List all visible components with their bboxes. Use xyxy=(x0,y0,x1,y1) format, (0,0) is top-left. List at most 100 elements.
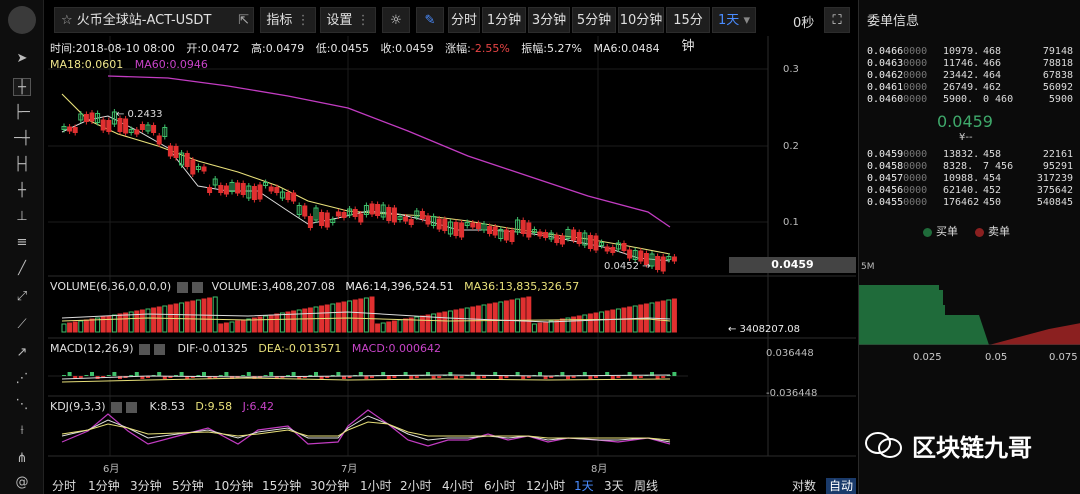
volume-bar xyxy=(341,301,347,333)
bottom-period-10[interactable]: 6小时 xyxy=(484,478,516,494)
time-axis-0: 6月 xyxy=(103,464,120,475)
pitchfork-icon[interactable]: ⋔ xyxy=(13,450,31,468)
bid-volume: 8328. xyxy=(943,161,974,172)
volume-bar xyxy=(582,314,588,333)
bottom-period-1[interactable]: 1分钟 xyxy=(88,478,120,494)
draw-pencil-icon[interactable]: ✎ xyxy=(416,7,444,33)
macd-bar xyxy=(588,376,593,379)
volume-bar xyxy=(296,309,302,333)
volume-bar xyxy=(509,299,515,333)
wechat-icon xyxy=(865,432,902,458)
kdj-settings-icon[interactable] xyxy=(111,401,122,413)
macd-dea: DEA:-0.013571 xyxy=(258,342,342,355)
star-icon[interactable]: ☆ xyxy=(61,13,73,28)
drawing-toolbar: ➤ ┼ ├─ ─┼ ├┤ ┼ ⊥ ≡ ╱ ⤢ ⟋ ↗ ⋰ ⋱ ⟊ ⋔ @ xyxy=(0,0,44,494)
bottom-period-bar: 分时 1分钟 3分钟 5分钟 10分钟 15分钟 30分钟 1小时 2小时 4小… xyxy=(48,478,856,494)
volume-bar xyxy=(380,322,386,333)
kline-chart[interactable]: ← 0.2433 0.0452 → 时间:2018-08-10 08:00 开:… xyxy=(48,36,856,476)
period-tab-3[interactable]: 5分钟 xyxy=(572,7,616,33)
macd-close-icon[interactable] xyxy=(154,343,166,355)
expand-icon[interactable]: ⇱ xyxy=(238,8,249,34)
volume-bar xyxy=(621,307,627,333)
bottom-period-0[interactable]: 分时 xyxy=(52,478,76,494)
parallel-lines-icon[interactable]: ≡ xyxy=(13,234,31,252)
channel-icon[interactable]: ⋰ xyxy=(13,370,31,388)
kdj-close-icon[interactable] xyxy=(126,401,137,413)
macd-bar xyxy=(134,372,139,376)
macd-bar xyxy=(672,372,677,376)
period-dropdown[interactable]: 1天 ▾ xyxy=(712,7,756,33)
ask-volume: 11746. xyxy=(943,58,980,69)
bid-volume: 62140. xyxy=(943,185,980,196)
macd-bar xyxy=(633,376,638,379)
volume-bar xyxy=(515,298,521,333)
period-tab-0[interactable]: 分时 xyxy=(448,7,480,33)
macd-bar xyxy=(308,375,313,376)
symbol-selector[interactable]: ☆ 火币全球站-ACT-USDT ⇱ xyxy=(54,7,254,33)
gann-fan-icon[interactable]: ⟊ xyxy=(13,422,31,440)
fullscreen-icon[interactable]: ⛶ xyxy=(824,7,850,33)
bottom-period-7[interactable]: 1小时 xyxy=(360,478,392,494)
last-price-cny: ¥-- xyxy=(959,132,973,143)
ohlc-change-label: 涨幅: xyxy=(445,42,471,55)
indicators-button[interactable]: 指标 ⋮ xyxy=(260,7,316,33)
price-line-icon[interactable]: ⊥ xyxy=(13,208,31,226)
horizontal-segment-icon[interactable]: ├┤ xyxy=(13,156,31,174)
segment-icon[interactable]: ⟋ xyxy=(13,316,31,334)
bottom-period-9[interactable]: 4小时 xyxy=(442,478,474,494)
volume-bar xyxy=(671,298,677,333)
volume-bar xyxy=(543,321,549,333)
log-scale-toggle[interactable]: 对数 xyxy=(792,478,816,494)
volume-settings-icon[interactable] xyxy=(176,281,188,293)
min-annotation: 0.0452 → xyxy=(604,261,651,272)
bid-volume-frac: 450 xyxy=(983,197,1002,208)
bid-total: 375642 xyxy=(1036,185,1073,196)
bottom-period-2[interactable]: 3分钟 xyxy=(130,478,162,494)
bottom-period-4[interactable]: 10分钟 xyxy=(214,478,253,494)
bid-volume: 176462 xyxy=(943,197,980,208)
macd-bar xyxy=(241,375,246,376)
depth-chart[interactable] xyxy=(859,245,1080,345)
ma18-value: MA18:0.0601 xyxy=(50,58,124,71)
spiral-icon[interactable]: @ xyxy=(13,474,31,492)
arrow-line-icon[interactable]: ↗ xyxy=(13,344,31,362)
ohlc-close: 收:0.0459 xyxy=(380,42,434,55)
bid-volume-frac: 454 xyxy=(983,173,1002,184)
ask-volume-frac: 462 xyxy=(983,82,1002,93)
horizontal-ray-icon[interactable]: ├─ xyxy=(13,104,31,122)
cursor-arrow-icon[interactable]: ➤ xyxy=(13,50,31,68)
period-tab-4[interactable]: 10分钟 xyxy=(618,7,664,33)
auto-scale-toggle[interactable]: 自动 xyxy=(826,478,856,494)
volume-bar xyxy=(67,322,73,333)
settings-button[interactable]: 设置 ⋮ xyxy=(320,7,376,33)
ma60-value: MA60:0.0946 xyxy=(134,58,208,71)
ask-volume-frac: 466 xyxy=(983,58,1002,69)
bottom-period-8[interactable]: 2小时 xyxy=(400,478,432,494)
period-tab-5[interactable]: 15分钟 xyxy=(666,7,710,54)
volume-close-icon[interactable] xyxy=(191,281,203,293)
orderbook-title: 委单信息 xyxy=(867,14,920,29)
macd-settings-icon[interactable] xyxy=(139,343,151,355)
macd-bar xyxy=(610,376,615,379)
bottom-period-11[interactable]: 12小时 xyxy=(526,478,565,494)
bottom-period-6[interactable]: 30分钟 xyxy=(310,478,349,494)
bottom-period-13[interactable]: 3天 xyxy=(604,478,624,494)
volume-bar xyxy=(615,308,621,333)
crosshair-icon[interactable]: ┼ xyxy=(13,78,31,96)
bottom-period-14[interactable]: 周线 xyxy=(634,478,658,494)
top-toolbar: ☆ 火币全球站-ACT-USDT ⇱ 指标 ⋮ 设置 ⋮ ☼ ✎ 分时 1分钟 … xyxy=(48,4,852,54)
fibonacci-icon[interactable]: ⋱ xyxy=(13,396,31,414)
trend-line-icon[interactable]: ╱ xyxy=(13,260,31,278)
bottom-period-3[interactable]: 5分钟 xyxy=(172,478,204,494)
vertical-line-icon[interactable]: ┼ xyxy=(13,182,31,200)
ray-line-icon[interactable]: ⤢ xyxy=(13,288,31,306)
period-tab-2[interactable]: 3分钟 xyxy=(528,7,570,33)
theme-sun-icon[interactable]: ☼ xyxy=(382,7,410,33)
bottom-period-5[interactable]: 15分钟 xyxy=(262,478,301,494)
ask-total: 56092 xyxy=(1042,82,1073,93)
bottom-period-12[interactable]: 1天 xyxy=(574,478,594,494)
period-tab-1[interactable]: 1分钟 xyxy=(482,7,526,33)
volume-bar xyxy=(212,296,218,333)
depth-x-2: 0.075 xyxy=(1049,352,1078,363)
horizontal-line-icon[interactable]: ─┼ xyxy=(13,130,31,148)
